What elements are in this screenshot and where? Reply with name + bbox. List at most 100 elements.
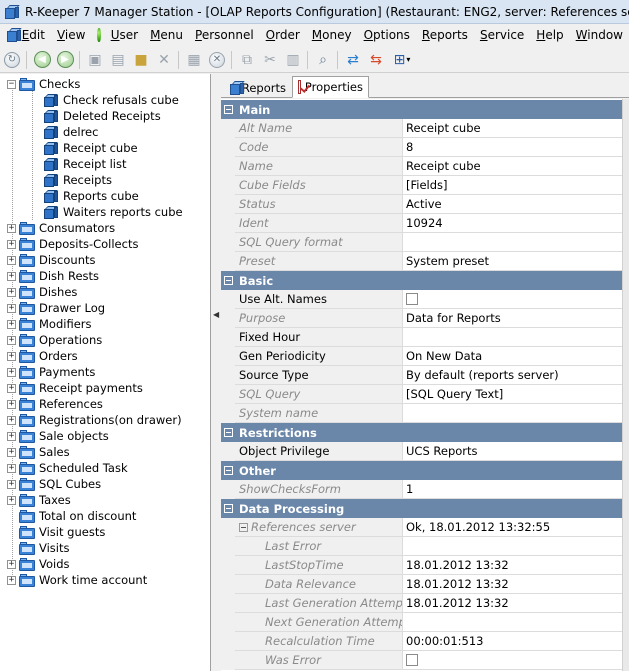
use-alt-names-checkbox[interactable] [406, 292, 418, 305]
tree-node[interactable]: + Taxes [7, 492, 71, 508]
expand-toggle[interactable]: + [7, 559, 16, 569]
property-row[interactable]: SQL Query [SQL Query Text] [221, 385, 622, 404]
expand-toggle[interactable]: + [7, 367, 16, 377]
tree-node[interactable]: + Payments [7, 364, 95, 380]
menu-reports[interactable]: Reports [416, 25, 474, 45]
tree-node[interactable]: + Modifiers [7, 316, 92, 332]
menu-menu[interactable]: Menu [144, 25, 189, 45]
collapse-category-icon[interactable] [224, 504, 233, 513]
collapse-left-icon[interactable]: ◀ [213, 310, 219, 319]
property-row[interactable]: Cube Fields [Fields] [221, 176, 622, 195]
paste-icon[interactable]: ▥ [282, 49, 304, 71]
tree-node[interactable]: + Receipt payments [7, 380, 143, 396]
expand-toggle[interactable]: + [7, 495, 16, 505]
tree-node[interactable]: + Dish Rests [7, 268, 99, 284]
tree-node[interactable]: + Drawer Log [7, 300, 105, 316]
menu-options[interactable]: Options [358, 25, 416, 45]
tree-node[interactable]: + Voids [7, 556, 70, 572]
tree-node[interactable]: + Sales [7, 444, 70, 460]
menu-view[interactable]: View [51, 25, 91, 45]
tree-node[interactable]: +Visit guests [7, 524, 105, 540]
refresh-icon[interactable]: ↻ [1, 49, 23, 71]
tree-node[interactable]: + Work time account [7, 572, 147, 588]
property-row[interactable]: Status Active [221, 195, 622, 214]
property-row[interactable]: Code 8 [221, 138, 622, 157]
property-row[interactable]: Preset System preset [221, 252, 622, 271]
expand-toggle[interactable]: + [7, 575, 16, 585]
collapse-subgroup-icon[interactable] [239, 523, 248, 532]
tab-reports[interactable]: Reports [225, 77, 291, 98]
tree-child[interactable]: Receipt list [43, 156, 127, 172]
tree-node[interactable]: + Sale objects [7, 428, 109, 444]
grid-view-icon[interactable]: ⊞ ▾ [388, 49, 416, 71]
expand-toggle[interactable]: + [7, 447, 16, 457]
property-row[interactable]: Fixed Hour [221, 328, 622, 347]
expand-toggle[interactable]: + [7, 255, 16, 265]
tree-node[interactable]: + Registrations(on drawer) [7, 412, 182, 428]
property-row[interactable]: Name Receipt cube [221, 157, 622, 176]
tree-node[interactable]: +Visits [7, 540, 70, 556]
property-row[interactable]: Was Error [221, 651, 622, 670]
property-row[interactable]: Object Privilege UCS Reports [221, 442, 622, 461]
tree-node[interactable]: + Orders [7, 348, 78, 364]
delete-icon[interactable]: ✕ [153, 49, 175, 71]
category-other[interactable]: Other [221, 461, 622, 480]
tree-node[interactable]: +Total on discount [7, 508, 136, 524]
property-row[interactable]: System name [221, 404, 622, 423]
cut-icon[interactable]: ✂ [259, 49, 281, 71]
expand-toggle[interactable]: + [7, 351, 16, 361]
collapse-category-icon[interactable] [224, 466, 233, 475]
expand-toggle[interactable]: + [7, 287, 16, 297]
copy-doc-icon[interactable]: ⧉ [236, 49, 258, 71]
expand-toggle[interactable]: + [7, 431, 16, 441]
tree-child[interactable]: delrec [43, 124, 98, 140]
tree-child[interactable]: Deleted Receipts [43, 108, 161, 124]
tree-child[interactable]: Check refusals cube [43, 92, 179, 108]
category-basic[interactable]: Basic [221, 271, 622, 290]
collapse-category-icon[interactable] [224, 105, 233, 114]
property-row[interactable]: References server Ok, 18.01.2012 13:32:55 [221, 518, 622, 537]
expand-toggle[interactable]: + [7, 383, 16, 393]
category-restrictions[interactable]: Restrictions [221, 423, 622, 442]
status-green-icon[interactable] [97, 28, 101, 42]
tree-node[interactable]: + Consumators [7, 220, 115, 236]
menu-personnel[interactable]: Personnel [189, 25, 260, 45]
expand-toggle[interactable]: + [7, 335, 16, 345]
open-folder-icon[interactable]: ■ [130, 49, 152, 71]
tree-child-selected[interactable]: Receipt cube [43, 140, 138, 156]
export-icon[interactable]: ⇄ [342, 49, 364, 71]
mdi-cube-icon[interactable] [6, 27, 22, 43]
tree-child[interactable]: Reports cube [43, 188, 139, 204]
panel-splitter[interactable]: ◀ [211, 74, 221, 671]
expand-toggle[interactable]: + [7, 415, 16, 425]
property-row[interactable]: Recalculation Time 00:00:01:513 [221, 632, 622, 651]
expand-toggle[interactable]: + [7, 223, 16, 233]
category-data-processing[interactable]: Data Processing [221, 499, 622, 518]
property-row[interactable]: Use Alt. Names [221, 290, 622, 309]
vertical-scrollbar[interactable] [622, 99, 629, 671]
collapse-category-icon[interactable] [224, 276, 233, 285]
tree-child[interactable]: Receipts [43, 172, 112, 188]
expand-toggle[interactable]: + [7, 239, 16, 249]
tree-node[interactable]: + References [7, 396, 103, 412]
menu-window[interactable]: Window [570, 25, 629, 45]
category-main[interactable]: Main [221, 100, 622, 119]
expand-toggle[interactable]: + [7, 463, 16, 473]
expand-toggle[interactable]: + [7, 479, 16, 489]
menu-order[interactable]: Order [260, 25, 306, 45]
tree-node[interactable]: + Dishes [7, 284, 77, 300]
forward-icon[interactable]: ▶ [54, 49, 76, 71]
property-row[interactable]: Ident 10924 [221, 214, 622, 233]
tree-node[interactable]: + Operations [7, 332, 102, 348]
property-row[interactable]: Source Type By default (reports server) [221, 366, 622, 385]
property-row[interactable]: SQL Query format [221, 233, 622, 252]
tree-node[interactable]: + Deposits-Collects [7, 236, 138, 252]
collapse-toggle[interactable]: − [7, 79, 16, 89]
new-icon[interactable]: ▣ [84, 49, 106, 71]
menu-service[interactable]: Service [474, 25, 530, 45]
property-row[interactable]: Last Error [221, 537, 622, 556]
copy-icon[interactable]: ▤ [107, 49, 129, 71]
property-row[interactable]: Last Generation Attempt Time18.01.2012 1… [221, 594, 622, 613]
import-icon[interactable]: ⇆ [365, 49, 387, 71]
tree-node[interactable]: + SQL Cubes [7, 476, 101, 492]
